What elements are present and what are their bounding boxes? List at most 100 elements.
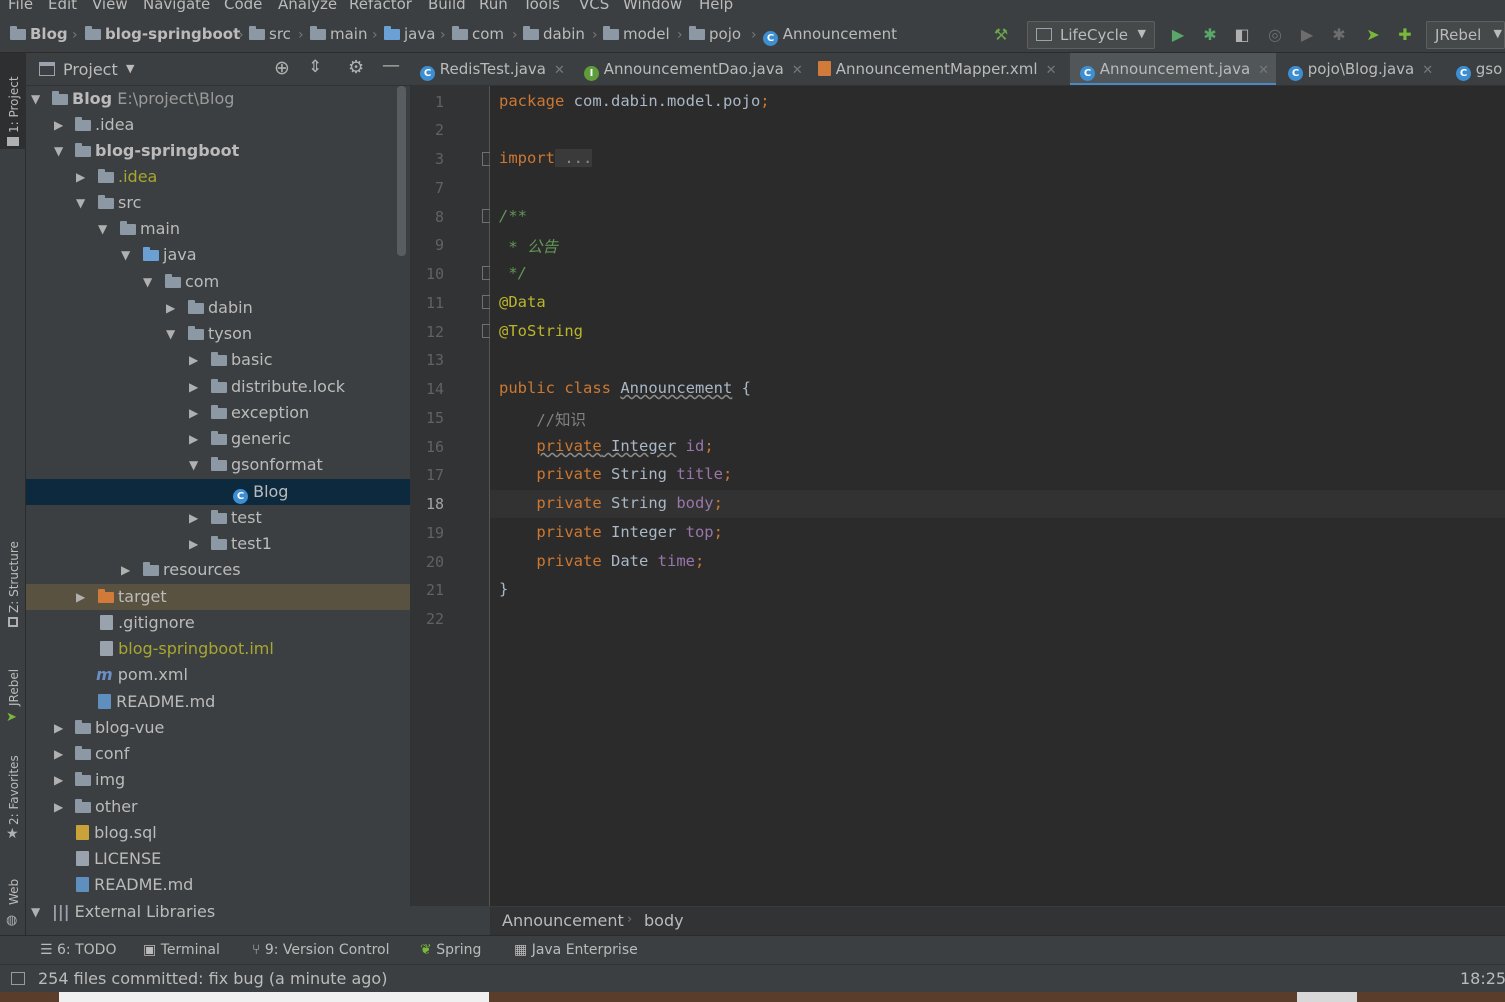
tree-item-conf[interactable]: ▶ conf: [26, 741, 410, 767]
breadcrumb-blog[interactable]: Blog: [10, 25, 68, 43]
status-message[interactable]: 254 files committed: fix bug (a minute a…: [38, 969, 387, 988]
breadcrumb-java[interactable]: java: [384, 25, 435, 43]
tab-redistest[interactable]: C RedisTest.java ✕: [410, 53, 574, 85]
close-icon[interactable]: ✕: [1046, 63, 1057, 78]
tree-item-src[interactable]: ▼ src: [26, 190, 410, 216]
menu-edit[interactable]: Edit: [48, 0, 77, 13]
jrebel-select[interactable]: JRebel ▼: [1426, 21, 1505, 49]
debug-icon[interactable]: ✱: [1201, 26, 1219, 44]
tree-item-exception[interactable]: ▶ exception: [26, 400, 410, 426]
gear-icon[interactable]: ⚙: [348, 57, 364, 78]
tab-announcementmapper[interactable]: AnnouncementMapper.xml ✕: [808, 53, 1070, 85]
tree-item-main[interactable]: ▼ main: [26, 216, 410, 242]
structure-tool-tab[interactable]: Z: Structure: [0, 523, 26, 633]
menu-build[interactable]: Build: [428, 0, 466, 13]
tree-item-generic[interactable]: ▶ generic: [26, 426, 410, 452]
tree-item-distribute-lock[interactable]: ▶ distribute.lock: [26, 374, 410, 400]
hide-icon[interactable]: —: [382, 55, 400, 76]
breadcrumb-class[interactable]: Announcement: [502, 911, 624, 930]
build-hammer-icon[interactable]: ⚒: [992, 26, 1010, 44]
web-tool-tab[interactable]: Web ◍: [0, 863, 26, 933]
spring-tool-tab[interactable]: ❦ Spring: [420, 942, 481, 958]
tab-gso[interactable]: C gso: [1446, 53, 1505, 85]
java-enterprise-tool-tab[interactable]: ▦ Java Enterprise: [514, 942, 638, 958]
tree-item-iml[interactable]: blog-springboot.iml: [26, 636, 410, 662]
tab-announcement[interactable]: C Announcement.java ✕: [1070, 53, 1276, 85]
close-icon[interactable]: ✕: [1422, 63, 1433, 78]
breadcrumb-src[interactable]: src: [249, 25, 291, 43]
close-icon[interactable]: ✕: [1258, 63, 1269, 78]
coverage-icon[interactable]: ◧: [1233, 26, 1251, 44]
tree-item-blog-class[interactable]: C Blog: [26, 479, 410, 505]
profile-icon[interactable]: ◎: [1266, 26, 1284, 44]
tree-item-gitignore[interactable]: .gitignore: [26, 610, 410, 636]
tree-item-com[interactable]: ▼ com: [26, 269, 410, 295]
breadcrumb-announcement[interactable]: C Announcement: [763, 25, 897, 46]
menu-tools[interactable]: Tools: [523, 0, 560, 13]
project-view-title[interactable]: Project: [63, 60, 118, 79]
tree-item-target[interactable]: ▶ target: [26, 584, 410, 610]
menu-navigate[interactable]: Navigate: [143, 0, 210, 13]
tool-windows-icon[interactable]: [11, 972, 25, 985]
favorites-tool-tab[interactable]: 2: Favorites ★: [0, 743, 26, 853]
breadcrumb-model[interactable]: model: [603, 25, 670, 43]
run-disabled-icon[interactable]: ▶: [1298, 26, 1316, 44]
todo-tool-tab[interactable]: ☰ 6: TODO: [40, 942, 116, 958]
run-config-select[interactable]: LifeCycle ▼: [1027, 21, 1155, 49]
tree-item-test[interactable]: ▶ test: [26, 505, 410, 531]
debug-disabled-icon[interactable]: ✱: [1330, 26, 1348, 44]
menu-refactor[interactable]: Refactor: [349, 0, 412, 13]
tree-item-external-libraries[interactable]: ▼ ||| External Libraries: [26, 899, 410, 925]
jrebel-tool-tab[interactable]: JRebel ➤: [0, 658, 26, 728]
collapse-all-icon[interactable]: ⇕: [308, 57, 322, 77]
tree-item-other[interactable]: ▶ other: [26, 794, 410, 820]
menu-file[interactable]: File: [8, 0, 33, 13]
jrebel-run-icon[interactable]: ➤: [1364, 26, 1382, 44]
tree-item-blog-sql[interactable]: blog.sql: [26, 820, 410, 846]
tab-pojo-blog[interactable]: C pojo\Blog.java ✕: [1278, 53, 1446, 85]
tree-item-idea-2[interactable]: ▶ .idea: [26, 164, 410, 190]
menu-vcs[interactable]: VCS: [579, 0, 609, 13]
tab-announcementdao[interactable]: I AnnouncementDao.java ✕: [574, 53, 808, 85]
code-editor[interactable]: package com.dabin.model.pojo; import ...…: [490, 86, 1505, 906]
tree-item-basic[interactable]: ▶ basic: [26, 347, 410, 373]
breadcrumb-com[interactable]: com: [452, 25, 504, 43]
project-tool-tab[interactable]: 1: Project: [0, 53, 26, 149]
tree-item-img[interactable]: ▶ img: [26, 767, 410, 793]
chevron-down-icon[interactable]: ▼: [126, 62, 134, 75]
terminal-tool-tab[interactable]: ▣ Terminal: [143, 942, 220, 958]
tree-item-java[interactable]: ▼ java: [26, 242, 410, 268]
breadcrumb-blog-springboot[interactable]: blog-springboot: [85, 25, 240, 43]
tree-item-dabin[interactable]: ▶ dabin: [26, 295, 410, 321]
breadcrumb-field[interactable]: body: [644, 911, 684, 930]
close-icon[interactable]: ✕: [554, 63, 565, 78]
tree-item-tyson[interactable]: ▼ tyson: [26, 321, 410, 347]
tree-item-readme[interactable]: README.md: [26, 689, 410, 715]
tree-item-blog[interactable]: ▼ Blog E:\project\Blog: [26, 86, 410, 112]
tree-item-pom[interactable]: m pom.xml: [26, 662, 410, 688]
breadcrumb-main[interactable]: main: [310, 25, 367, 43]
version-control-tool-tab[interactable]: ⑂ 9: Version Control: [252, 942, 389, 958]
menu-help[interactable]: Help: [699, 0, 733, 13]
close-icon[interactable]: ✕: [792, 63, 803, 78]
menu-code[interactable]: Code: [224, 0, 262, 13]
menu-view[interactable]: View: [92, 0, 128, 13]
menu-run[interactable]: Run: [479, 0, 508, 13]
tree-item-readme-root[interactable]: README.md: [26, 872, 410, 898]
breadcrumb-pojo[interactable]: pojo: [689, 25, 741, 43]
tree-item-resources[interactable]: ▶ resources: [26, 557, 410, 583]
menu-window[interactable]: Window: [623, 0, 682, 13]
run-icon[interactable]: ▶: [1169, 26, 1187, 44]
tree-item-license[interactable]: LICENSE: [26, 846, 410, 872]
tree-item-gsonformat[interactable]: ▼ gsonformat: [26, 452, 410, 478]
tree-scrollbar[interactable]: [397, 86, 406, 256]
locate-icon[interactable]: ⊕: [274, 57, 290, 79]
tree-item-blog-springboot[interactable]: ▼ blog-springboot: [26, 138, 410, 164]
menu-analyze[interactable]: Analyze: [278, 0, 337, 13]
breadcrumb-dabin[interactable]: dabin: [523, 25, 585, 43]
tree-item-idea[interactable]: ▶ .idea: [26, 112, 410, 138]
jrebel-debug-icon[interactable]: ✚: [1396, 26, 1414, 44]
tree-item-blog-vue[interactable]: ▶ blog-vue: [26, 715, 410, 741]
tree-item-test1[interactable]: ▶ test1: [26, 531, 410, 557]
markdown-icon: [98, 694, 111, 709]
